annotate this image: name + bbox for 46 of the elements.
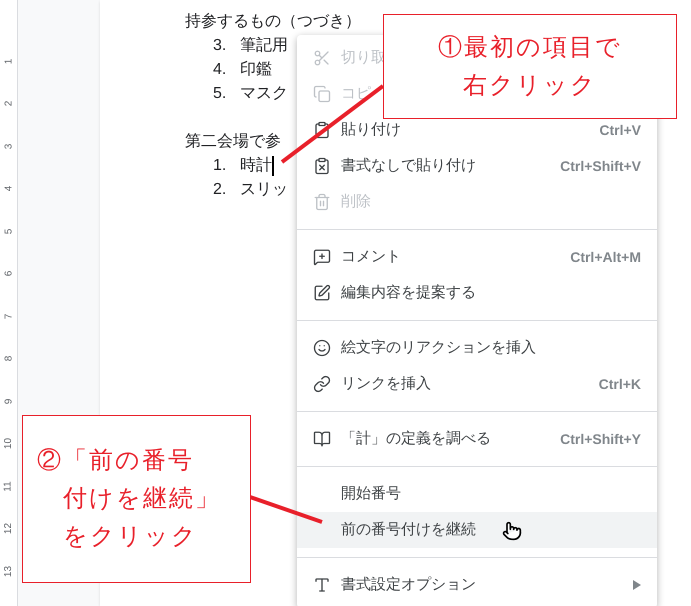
shortcut-text: Ctrl+Shift+Y: [560, 430, 641, 448]
list-item-text: スリッ: [240, 180, 288, 200]
callout-text: ①最初の項目で: [438, 32, 622, 62]
ruler-number: 3: [2, 143, 15, 150]
shortcut-text: Ctrl+Shift+V: [560, 156, 641, 176]
list-number: 4.: [213, 60, 228, 80]
list-number: 1.: [213, 156, 228, 176]
menu-item-label: 絵文字のリアクションを挿入: [341, 338, 536, 358]
ruler-number: 5: [2, 228, 15, 234]
ruler-number: 12: [2, 523, 15, 534]
ruler-number: 13: [2, 566, 15, 577]
section-heading: 持参するもの（つづき）: [185, 12, 361, 32]
list-item-text: 印鑑: [240, 60, 272, 80]
list-item-text: 時計: [240, 156, 272, 176]
list-number: 3.: [213, 36, 228, 56]
ruler-number: 6: [2, 270, 15, 277]
ruler-number: 11: [2, 481, 15, 492]
list-item-text: 筆記用: [240, 36, 288, 56]
shortcut-text: Ctrl+V: [599, 120, 641, 140]
menu-item-label: 書式設定オプション: [341, 574, 476, 595]
menu-item-label: 開始番号: [341, 484, 401, 504]
shortcut-text: Ctrl+K: [598, 374, 641, 394]
ruler-number: 2: [2, 100, 15, 107]
list-number: 2.: [213, 180, 228, 200]
list-number: 5.: [213, 84, 228, 104]
ruler-number: 4: [2, 186, 15, 192]
menu-item-label: 削除: [341, 192, 371, 212]
callout-text: 右クリック: [463, 70, 597, 100]
callout-text: 付けを継続」: [62, 484, 222, 514]
callout-text: をクリック: [62, 522, 199, 552]
menu-item-label: 書式なしで貼り付け: [341, 156, 476, 176]
list-item-text: マスク: [240, 84, 288, 104]
menu-item-label: 前の番号付けを継続: [341, 520, 476, 540]
callout-text: ②「前の番号: [37, 446, 195, 476]
shortcut-text: Ctrl+Alt+M: [570, 248, 641, 266]
ruler-number: 8: [2, 356, 15, 362]
ruler-number: 9: [2, 398, 15, 404]
menu-item-label: 「計」の定義を調べる: [341, 428, 491, 449]
menu-item-label: 編集内容を提案する: [341, 282, 476, 303]
menu-item-label: リンクを挿入: [341, 374, 431, 394]
section-heading: 第二会場で参: [185, 132, 281, 152]
ruler-number: 7: [2, 313, 15, 320]
ruler-number: 1: [2, 58, 15, 64]
ruler-number: 10: [2, 438, 15, 450]
menu-item-label: 貼り付け: [341, 120, 401, 140]
menu-item-label: コメント: [341, 246, 401, 267]
